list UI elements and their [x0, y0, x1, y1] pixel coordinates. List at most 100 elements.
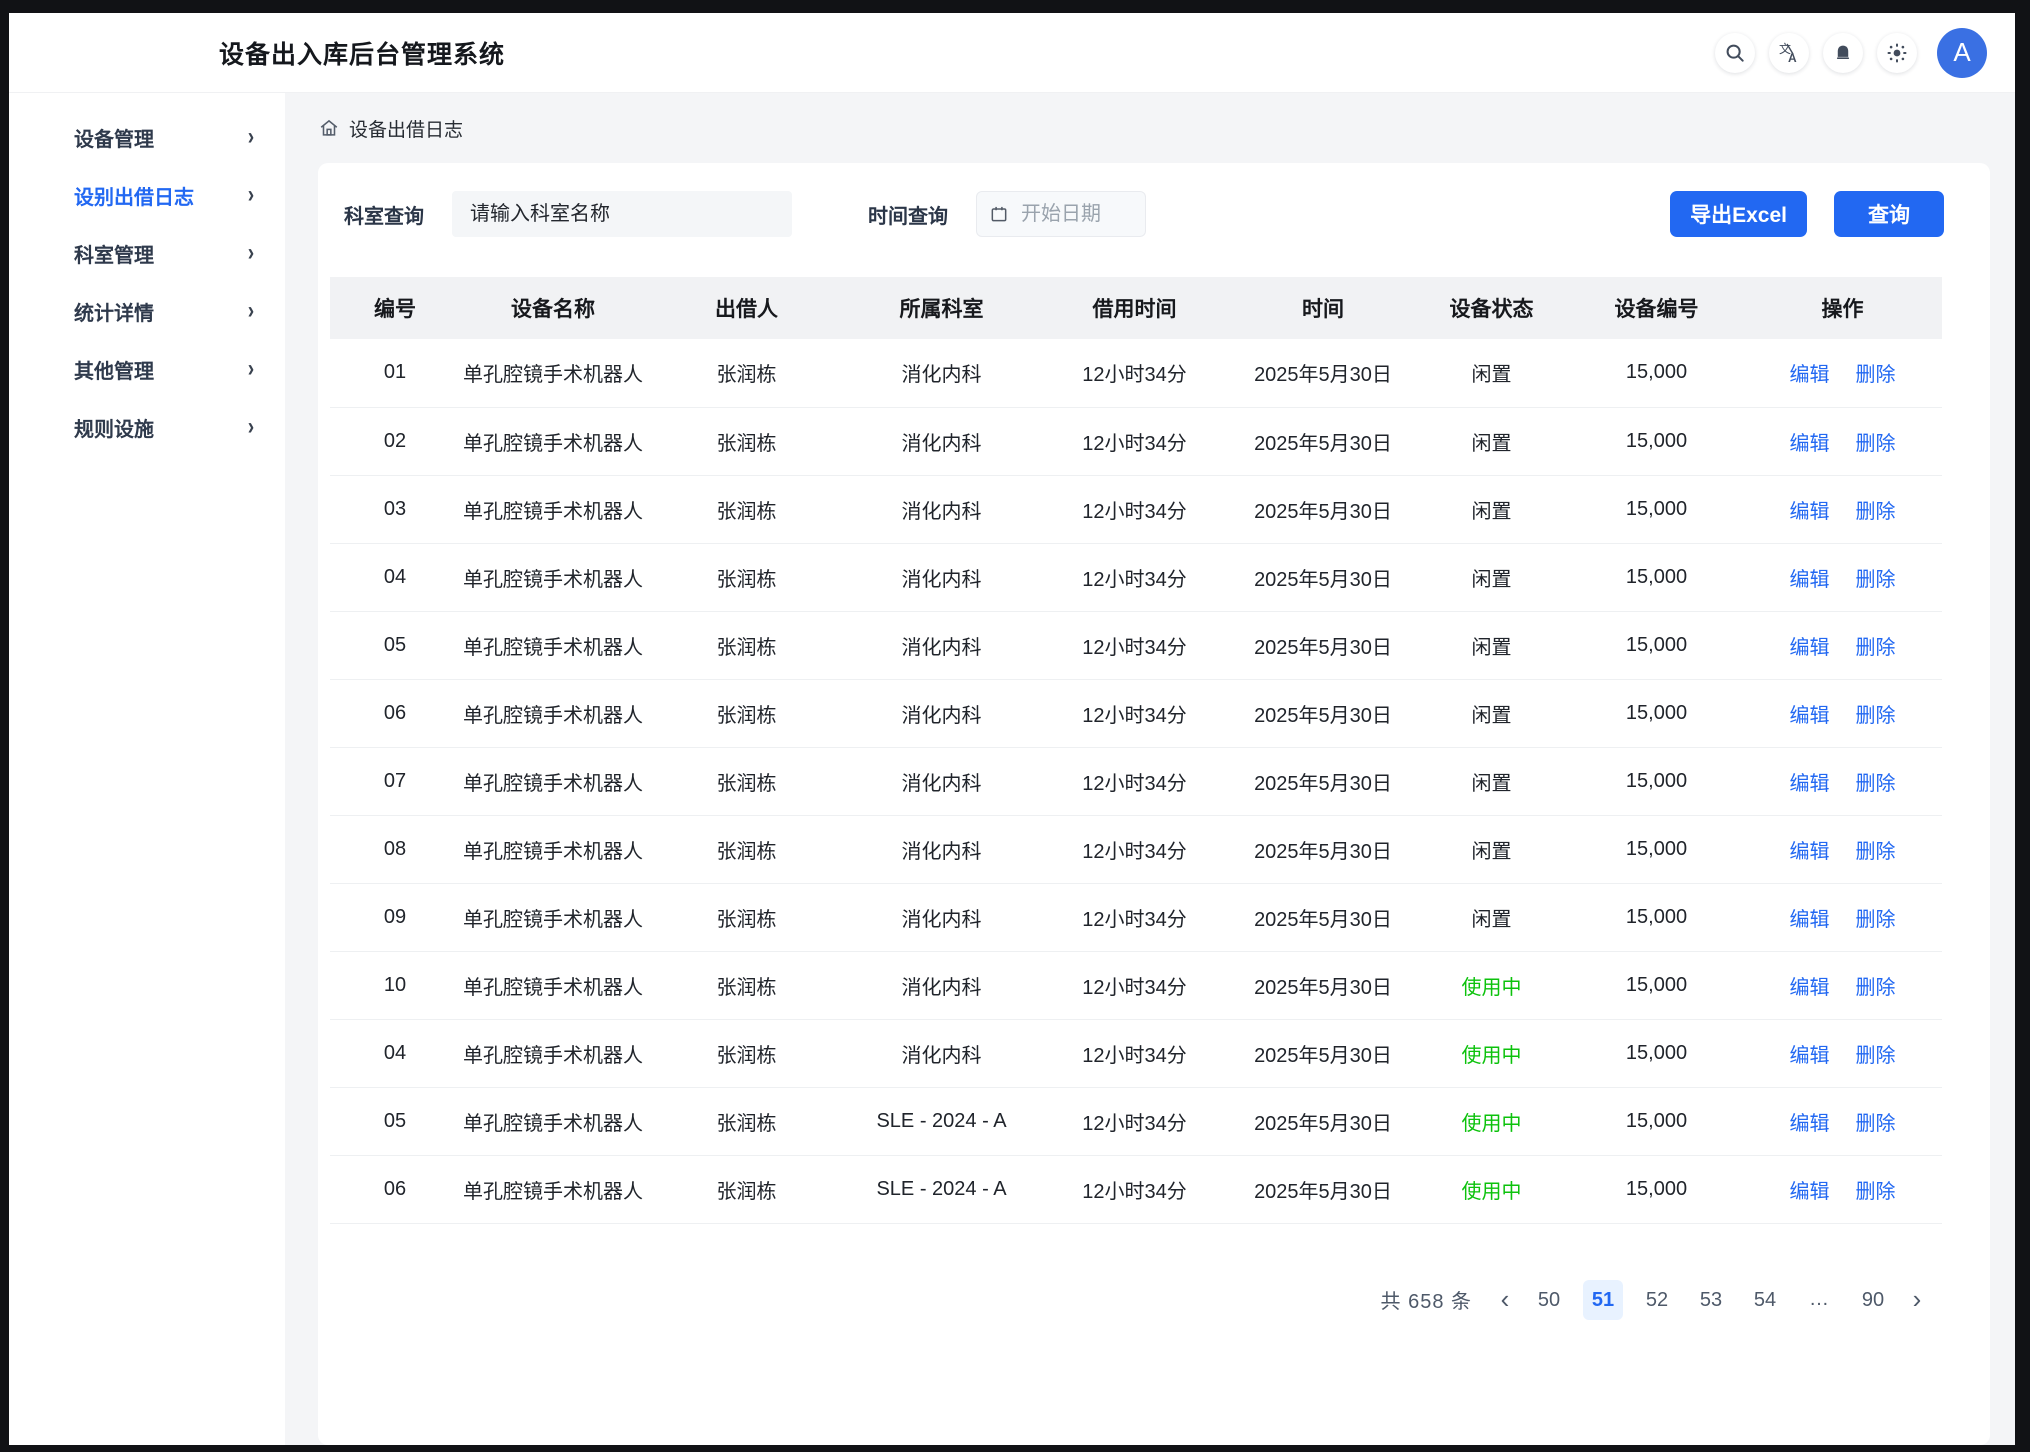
cell-device-name: 单孔腔镜手术机器人 [460, 1155, 646, 1223]
edit-link[interactable]: 编辑 [1790, 433, 1830, 455]
cell-status: 使用中 [1413, 1087, 1570, 1155]
delete-link[interactable]: 删除 [1856, 1113, 1896, 1135]
cell-actions: 编辑 删除 [1743, 747, 1942, 815]
cell-id: 10 [330, 951, 460, 1019]
page-number-90[interactable]: 90 [1853, 1280, 1893, 1320]
cell-status: 闲置 [1413, 407, 1570, 475]
table-row: 04单孔腔镜手术机器人张润栋消化内科12小时34分2025年5月30日使用中15… [330, 1019, 1942, 1087]
search-button[interactable] [1715, 33, 1755, 73]
header-actions: 文 A [1715, 28, 1987, 78]
prev-page-arrow[interactable]: ‹ [1488, 1280, 1522, 1320]
cell-borrow-duration: 12小时34分 [1036, 339, 1233, 407]
delete-link[interactable]: 删除 [1856, 1181, 1896, 1203]
cell-device-code: 15,000 [1570, 951, 1743, 1019]
delete-link[interactable]: 删除 [1856, 705, 1896, 727]
edit-link[interactable]: 编辑 [1790, 1113, 1830, 1135]
delete-link[interactable]: 删除 [1856, 977, 1896, 999]
cell-department: 消化内科 [847, 951, 1036, 1019]
sidebar-item-2[interactable]: 科室管理› [9, 231, 285, 275]
edit-link[interactable]: 编辑 [1790, 364, 1830, 386]
edit-link[interactable]: 编辑 [1790, 909, 1830, 931]
delete-link[interactable]: 删除 [1856, 364, 1896, 386]
cell-status: 使用中 [1413, 1019, 1570, 1087]
cell-device-code: 15,000 [1570, 883, 1743, 951]
page-number-52[interactable]: 52 [1637, 1280, 1677, 1320]
start-date-input[interactable] [1021, 203, 1121, 226]
sidebar-item-label: 统计详情 [74, 297, 154, 326]
cell-status: 闲置 [1413, 679, 1570, 747]
table-row: 08单孔腔镜手术机器人张润栋消化内科12小时34分2025年5月30日闲置15,… [330, 815, 1942, 883]
edit-link[interactable]: 编辑 [1790, 569, 1830, 591]
column-header: 借用时间 [1036, 277, 1233, 339]
page-number-51[interactable]: 51 [1583, 1280, 1623, 1320]
column-header: 所属科室 [847, 277, 1036, 339]
cell-borrow-duration: 12小时34分 [1036, 747, 1233, 815]
user-avatar[interactable]: A [1937, 28, 1987, 78]
edit-link[interactable]: 编辑 [1790, 501, 1830, 523]
edit-link[interactable]: 编辑 [1790, 773, 1830, 795]
cell-actions: 编辑 删除 [1743, 951, 1942, 1019]
cell-lender: 张润栋 [646, 815, 847, 883]
page-number-50[interactable]: 50 [1529, 1280, 1569, 1320]
notification-button[interactable] [1823, 33, 1863, 73]
delete-link[interactable]: 删除 [1856, 433, 1896, 455]
page-number-54[interactable]: 54 [1745, 1280, 1785, 1320]
edit-link[interactable]: 编辑 [1790, 841, 1830, 863]
cell-borrow-duration: 12小时34分 [1036, 407, 1233, 475]
delete-link[interactable]: 删除 [1856, 773, 1896, 795]
cell-department: 消化内科 [847, 815, 1036, 883]
edit-link[interactable]: 编辑 [1790, 705, 1830, 727]
body-row: 设备管理›设别出借日志›科室管理›统计详情›其他管理›规则设施› 设备出借日志 … [9, 93, 2015, 1445]
sidebar-item-1[interactable]: 设别出借日志› [9, 173, 285, 217]
sidebar-item-4[interactable]: 其他管理› [9, 347, 285, 391]
translate-button[interactable]: 文 A [1769, 33, 1809, 73]
cell-device-code: 15,000 [1570, 543, 1743, 611]
page-number-53[interactable]: 53 [1691, 1280, 1731, 1320]
export-excel-button[interactable]: 导出Excel [1670, 191, 1807, 237]
cell-borrow-duration: 12小时34分 [1036, 679, 1233, 747]
chevron-right-icon: › [248, 123, 254, 151]
cell-device-name: 单孔腔镜手术机器人 [460, 747, 646, 815]
cell-department: 消化内科 [847, 611, 1036, 679]
delete-link[interactable]: 删除 [1856, 501, 1896, 523]
dept-search-input[interactable] [452, 191, 792, 237]
cell-department: 消化内科 [847, 883, 1036, 951]
cell-lender: 张润栋 [646, 1087, 847, 1155]
cell-status: 闲置 [1413, 815, 1570, 883]
cell-id: 07 [330, 747, 460, 815]
cell-lender: 张润栋 [646, 407, 847, 475]
cell-id: 04 [330, 543, 460, 611]
cell-date: 2025年5月30日 [1233, 1155, 1413, 1223]
cell-id: 02 [330, 407, 460, 475]
delete-link[interactable]: 删除 [1856, 841, 1896, 863]
next-page-arrow[interactable]: › [1900, 1280, 1934, 1320]
delete-link[interactable]: 删除 [1856, 909, 1896, 931]
edit-link[interactable]: 编辑 [1790, 1181, 1830, 1203]
edit-link[interactable]: 编辑 [1790, 1045, 1830, 1067]
cell-status: 闲置 [1413, 883, 1570, 951]
cell-id: 06 [330, 679, 460, 747]
delete-link[interactable]: 删除 [1856, 569, 1896, 591]
cell-device-name: 单孔腔镜手术机器人 [460, 679, 646, 747]
home-icon [318, 117, 340, 139]
cell-department: 消化内科 [847, 1019, 1036, 1087]
cell-lender: 张润栋 [646, 951, 847, 1019]
column-header: 设备状态 [1413, 277, 1570, 339]
date-picker[interactable] [976, 191, 1146, 237]
column-header: 设备名称 [460, 277, 646, 339]
delete-link[interactable]: 删除 [1856, 1045, 1896, 1067]
sidebar-item-5[interactable]: 规则设施› [9, 405, 285, 449]
edit-link[interactable]: 编辑 [1790, 637, 1830, 659]
edit-link[interactable]: 编辑 [1790, 977, 1830, 999]
chevron-right-icon: › [248, 413, 254, 441]
sidebar-item-0[interactable]: 设备管理› [9, 115, 285, 159]
sidebar-item-3[interactable]: 统计详情› [9, 289, 285, 333]
delete-link[interactable]: 删除 [1856, 637, 1896, 659]
sidebar: 设备管理›设别出借日志›科室管理›统计详情›其他管理›规则设施› [9, 93, 285, 1445]
query-button[interactable]: 查询 [1834, 191, 1944, 237]
table-row: 01单孔腔镜手术机器人张润栋消化内科12小时34分2025年5月30日闲置15,… [330, 339, 1942, 407]
column-header: 时间 [1233, 277, 1413, 339]
theme-button[interactable] [1877, 33, 1917, 73]
cell-lender: 张润栋 [646, 679, 847, 747]
cell-department: 消化内科 [847, 407, 1036, 475]
